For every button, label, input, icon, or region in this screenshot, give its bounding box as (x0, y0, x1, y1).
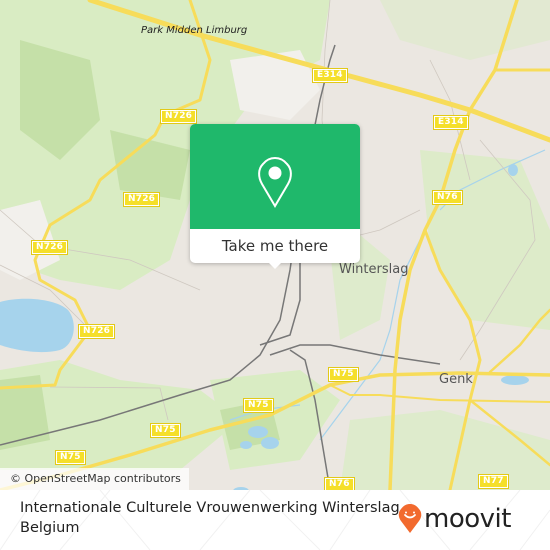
road-label-n726: N726 (122, 192, 161, 207)
take-me-there-button[interactable]: Take me there (190, 229, 360, 263)
road-label-n76: N76 (324, 477, 355, 490)
popup-pointer (268, 262, 282, 269)
road-label-n726: N726 (77, 324, 116, 339)
place-label-park-midden-limburg: Park Midden Limburg (141, 25, 248, 36)
moovit-wordmark: moovit (424, 504, 511, 534)
footer-bar: Internationale Culturele Vrouwenwerking … (0, 490, 550, 550)
moovit-logo[interactable]: moovit (398, 504, 511, 534)
road-label-n75: N75 (328, 367, 359, 382)
road-label-n76: N76 (432, 190, 463, 205)
road-label-n77: N77 (478, 474, 509, 489)
popup-header (190, 124, 360, 229)
directions-popup[interactable]: Take me there (190, 124, 360, 269)
map-attribution[interactable]: © OpenStreetMap contributors (0, 468, 189, 490)
road-label-n726: N726 (159, 109, 198, 124)
road-label-n75: N75 (55, 450, 86, 465)
moovit-pin-smile-icon (398, 504, 422, 533)
map-pin-icon (258, 156, 292, 208)
location-title: Internationale Culturele Vrouwenwerking … (20, 500, 405, 536)
road-label-e314: E314 (312, 68, 348, 83)
road-label-n75: N75 (150, 423, 181, 438)
place-label-genk: Genk (439, 372, 473, 387)
road-label-n75: N75 (243, 398, 274, 413)
place-label-winterslag: Winterslag (339, 262, 409, 277)
road-label-n726: N726 (30, 240, 69, 255)
road-label-e314: E314 (433, 115, 469, 130)
map-view[interactable]: Park Midden Limburg Winterslag Genk E314… (0, 0, 550, 490)
